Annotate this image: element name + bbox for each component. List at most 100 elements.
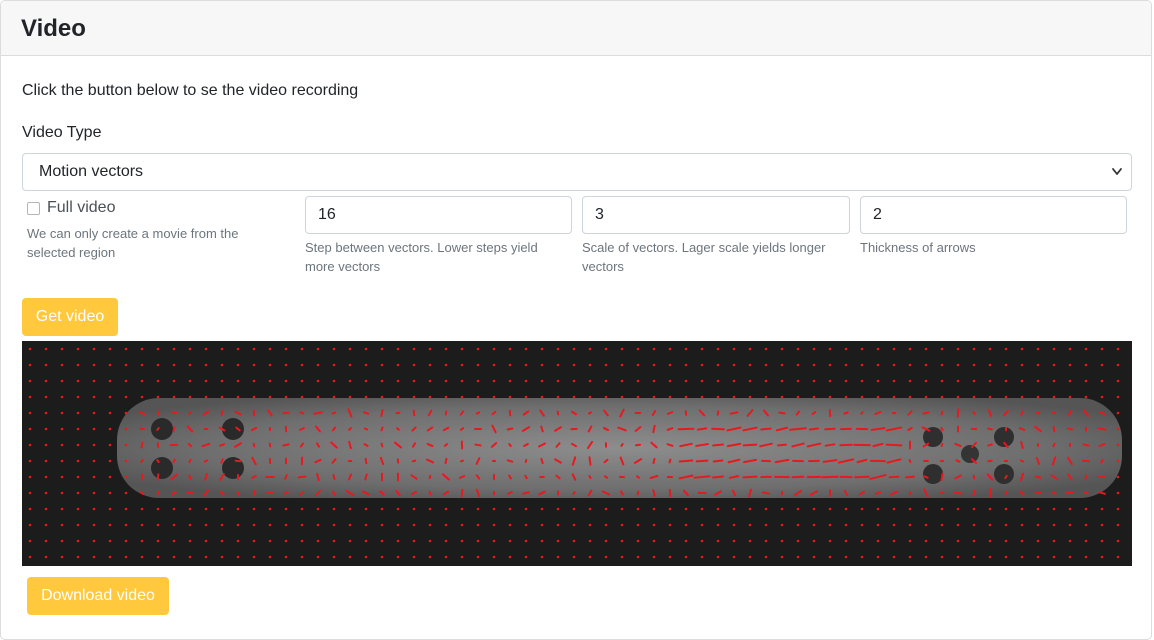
- vector-arrow: [840, 445, 851, 446]
- vector-dot: [893, 396, 896, 399]
- vector-dot: [493, 556, 496, 559]
- vector-dot: [173, 524, 176, 527]
- vector-dot: [749, 556, 752, 559]
- vector-dot: [29, 396, 32, 399]
- vector-dot: [861, 556, 864, 559]
- vector-dot: [285, 524, 288, 527]
- vector-dot: [989, 524, 992, 527]
- vector-dot: [765, 540, 768, 543]
- thickness-input[interactable]: 2: [860, 196, 1127, 234]
- vector-dot: [973, 396, 976, 399]
- vector-dot: [733, 508, 736, 511]
- vector-dot: [957, 348, 960, 351]
- vector-dot: [157, 396, 160, 399]
- vector-dot: [1037, 524, 1040, 527]
- vector-dot: [109, 556, 112, 559]
- vector-dot: [429, 380, 432, 383]
- vector-dot: [413, 364, 416, 367]
- vector-dot: [813, 364, 816, 367]
- vector-dot: [317, 556, 320, 559]
- vector-dot: [621, 540, 624, 543]
- vector-dot: [845, 556, 848, 559]
- vector-dot: [669, 348, 672, 351]
- step-input[interactable]: 16: [305, 196, 572, 234]
- vector-dot: [749, 540, 752, 543]
- vector-dot: [461, 396, 464, 399]
- vector-dot: [141, 556, 144, 559]
- vector-dot: [733, 348, 736, 351]
- get-video-button[interactable]: Get video: [22, 298, 118, 336]
- download-video-button[interactable]: Download video: [27, 577, 169, 615]
- vector-arrow: [714, 460, 723, 461]
- vector-dot: [589, 364, 592, 367]
- vector-arrow: [1005, 476, 1007, 478]
- vector-arrow: [906, 477, 914, 478]
- vector-dot: [909, 380, 912, 383]
- vector-dot: [109, 412, 112, 415]
- vector-dot: [669, 524, 672, 527]
- vector-dot: [45, 540, 48, 543]
- vector-dot: [237, 396, 240, 399]
- vector-dot: [781, 508, 784, 511]
- full-video-checkbox[interactable]: [27, 202, 40, 215]
- vector-dot: [669, 508, 672, 511]
- vector-dot: [397, 508, 400, 511]
- vector-arrow: [381, 428, 382, 431]
- vector-arrow: [523, 492, 529, 493]
- vector-dot: [813, 380, 816, 383]
- full-video-label[interactable]: Full video: [47, 198, 115, 218]
- vector-dot: [605, 524, 608, 527]
- vector-dot: [1021, 396, 1024, 399]
- vector-dot: [93, 396, 96, 399]
- vector-dot: [685, 364, 688, 367]
- vector-arrow: [157, 428, 158, 430]
- vector-dot: [285, 556, 288, 559]
- vector-dot: [445, 364, 448, 367]
- vector-dot: [541, 556, 544, 559]
- vector-dot: [813, 556, 816, 559]
- vector-dot: [589, 556, 592, 559]
- vector-dot: [1021, 540, 1024, 543]
- vector-arrow: [761, 429, 771, 430]
- vector-arrow: [237, 492, 238, 494]
- vector-dot: [861, 524, 864, 527]
- vector-dot: [93, 476, 96, 479]
- vector-arrow: [446, 459, 447, 463]
- vector-dot: [717, 396, 720, 399]
- vector-dot: [157, 380, 160, 383]
- vector-dot: [461, 524, 464, 527]
- vector-arrow: [142, 442, 143, 447]
- vector-dot: [269, 348, 272, 351]
- vector-dot: [749, 364, 752, 367]
- vector-dot: [205, 556, 208, 559]
- vector-dot: [253, 508, 256, 511]
- vector-dot: [365, 540, 368, 543]
- vector-dot: [605, 556, 608, 559]
- vector-dot: [925, 396, 928, 399]
- vector-dot: [701, 508, 704, 511]
- vector-dot: [893, 524, 896, 527]
- vector-dot: [429, 364, 432, 367]
- vector-dot: [29, 556, 32, 559]
- vector-arrow: [381, 410, 382, 416]
- video-type-select[interactable]: Motion vectors: [22, 153, 1132, 191]
- vector-dot: [349, 380, 352, 383]
- vector-arrow: [743, 477, 756, 478]
- motion-vector-video: [22, 341, 1132, 566]
- vector-dot: [1085, 364, 1088, 367]
- vector-dot: [1053, 540, 1056, 543]
- vector-dot: [605, 396, 608, 399]
- vector-dot: [541, 508, 544, 511]
- vector-dot: [765, 348, 768, 351]
- vector-dot: [269, 508, 272, 511]
- vector-dot: [237, 364, 240, 367]
- vector-dot: [413, 540, 416, 543]
- vector-dot: [285, 348, 288, 351]
- vector-dot: [685, 380, 688, 383]
- scale-input[interactable]: 3: [582, 196, 850, 234]
- vector-dot: [429, 524, 432, 527]
- vector-arrow: [1054, 427, 1055, 431]
- vector-dot: [61, 412, 64, 415]
- vector-dot: [1053, 348, 1056, 351]
- vector-dot: [253, 524, 256, 527]
